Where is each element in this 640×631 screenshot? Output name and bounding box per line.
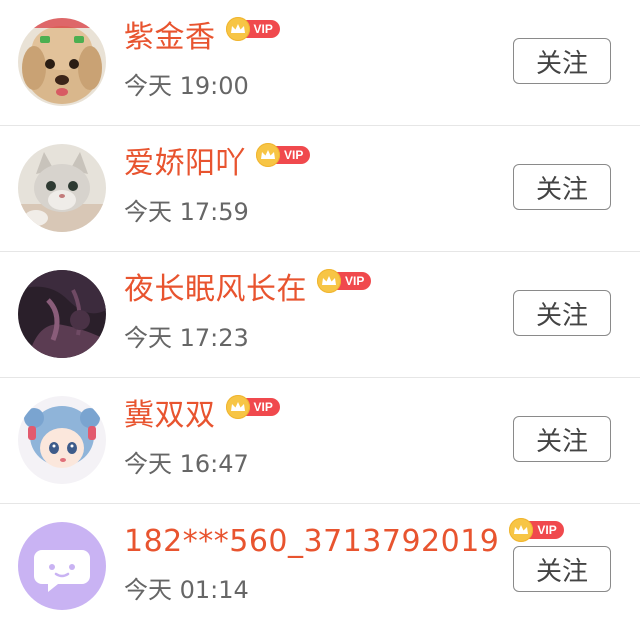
chat-bubble-avatar[interactable] [18,522,106,610]
follow-time: 今天 16:47 [124,450,249,478]
vip-badge: VIP [225,395,280,419]
crown-icon [225,395,250,419]
user-name[interactable]: 182***560_3713792019 [124,522,499,562]
follow-time: 今天 17:59 [124,198,249,226]
follow-time: 今天 01:14 [124,576,249,604]
follow-time: 今天 19:00 [124,72,249,100]
vip-badge: VIP [256,143,311,167]
user-name[interactable]: 冀双双 [124,396,216,436]
dark-abstract-avatar[interactable] [18,270,106,358]
follow-button[interactable]: 关注 [513,164,611,210]
user-name[interactable]: 爱娇阳吖 [124,144,246,184]
vip-badge: VIP [509,518,564,542]
follow-button[interactable]: 关注 [513,416,611,462]
vip-badge: VIP [317,269,372,293]
user-name[interactable]: 紫金香 [124,18,216,58]
follow-button[interactable]: 关注 [513,38,611,84]
vip-badge: VIP [225,17,280,41]
kitten-avatar[interactable] [18,144,106,232]
list-item[interactable]: 182***560_3713792019 VIP 今天 01:14 关注 [0,504,640,630]
anime-girl-avatar[interactable] [18,396,106,484]
list-item[interactable]: 爱娇阳吖 VIP 今天 17:59 关注 [0,126,640,252]
crown-icon [225,17,250,41]
crown-icon [317,269,341,293]
follow-button[interactable]: 关注 [513,546,611,592]
list-item[interactable]: 夜长眠风长在 VIP 今天 17:23 关注 [0,252,640,378]
puppy-avatar[interactable] [18,18,106,106]
follow-button[interactable]: 关注 [513,290,611,336]
crown-icon [256,143,280,167]
user-name[interactable]: 夜长眠风长在 [124,270,307,310]
follow-time: 今天 17:23 [124,324,249,352]
list-item[interactable]: 冀双双 VIP 今天 16:47 关注 [0,378,640,504]
follow-list: 紫金香 VIP 今天 19:00 关注 爱娇阳吖 VIP 今天 17:59 关注… [0,0,640,631]
list-item[interactable]: 紫金香 VIP 今天 19:00 关注 [0,0,640,126]
